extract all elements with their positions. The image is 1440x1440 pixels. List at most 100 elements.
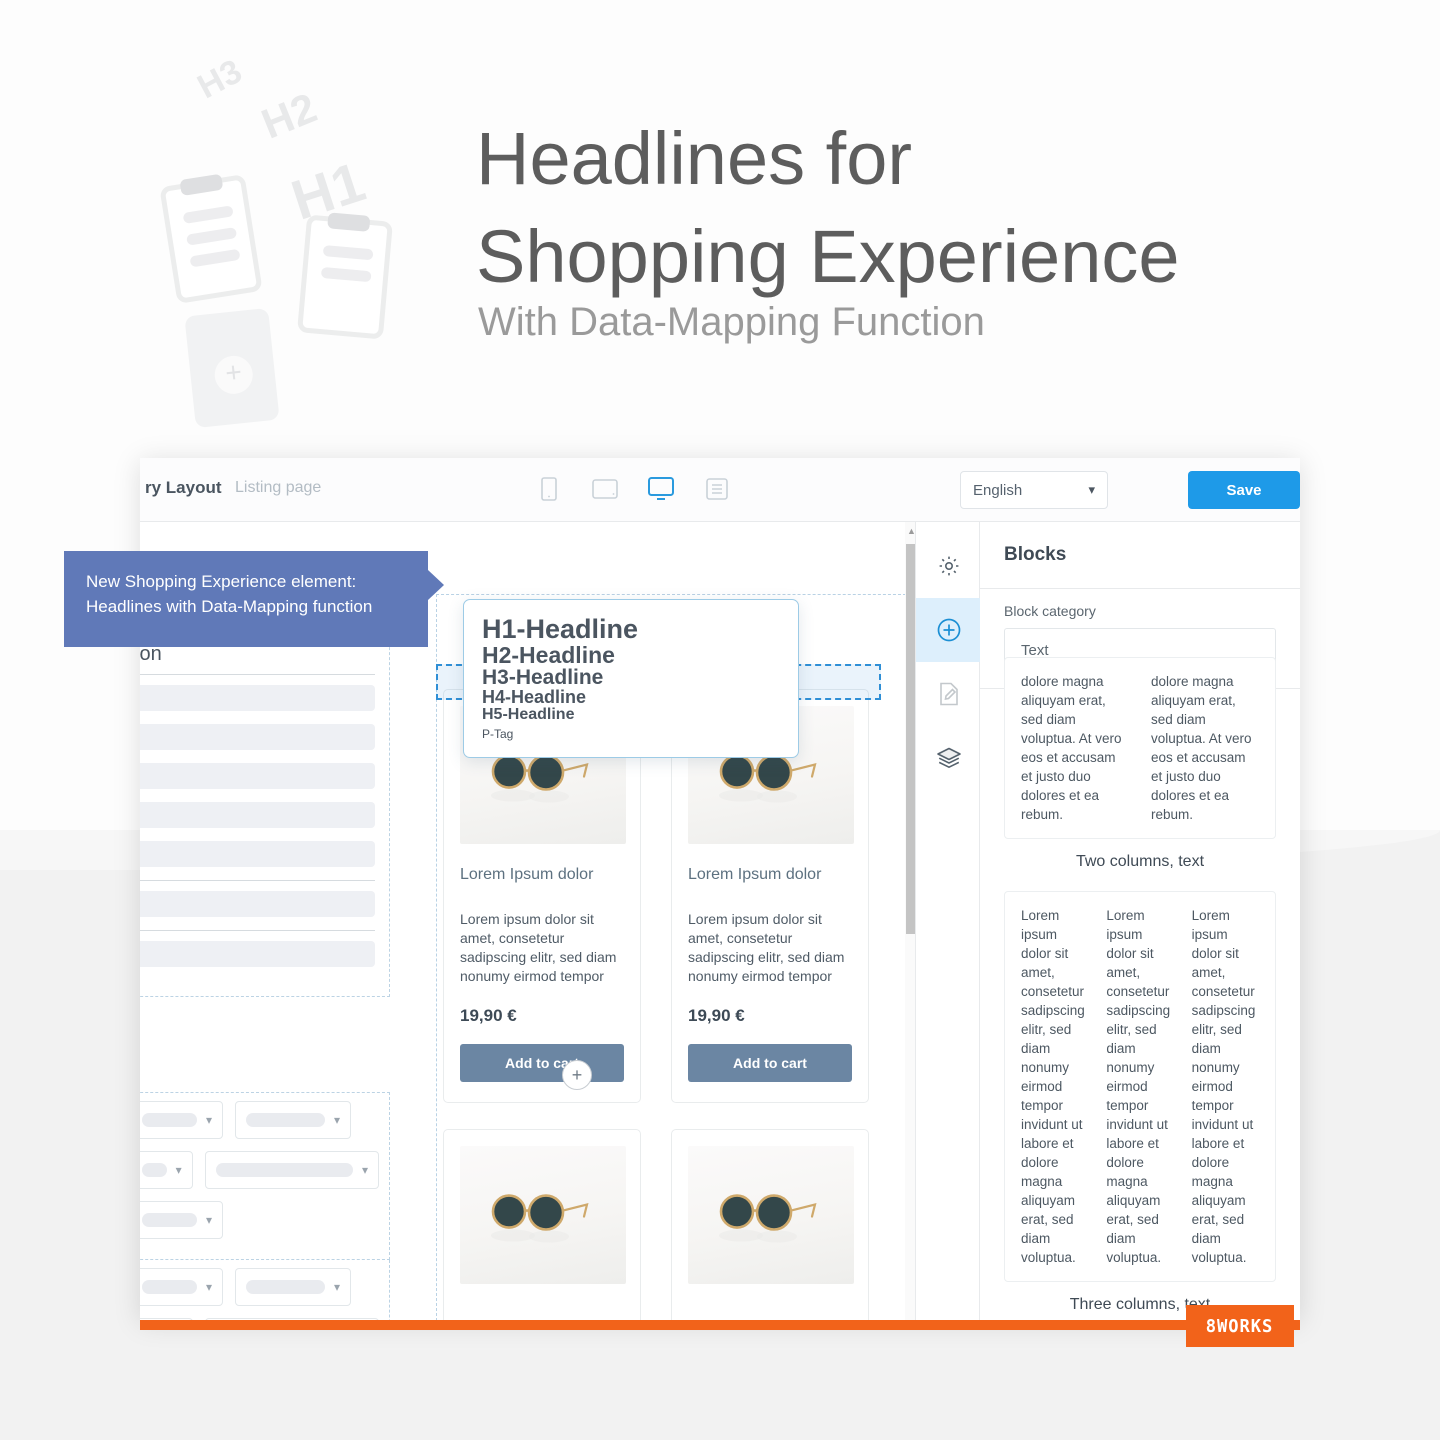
- dropdown-placeholder[interactable]: ▾: [140, 1201, 223, 1239]
- device-preview-switcher: [532, 472, 734, 506]
- blocks-panel-title: Blocks: [980, 522, 1300, 589]
- block-preview-columns: Lorem ipsum dolor sit amet, consetetur s…: [1021, 906, 1259, 1267]
- block-preview-column: dolore magna aliquyam erat, sed diam vol…: [1151, 674, 1252, 822]
- product-description: Lorem ipsum dolor sit amet, consetetur s…: [688, 911, 845, 984]
- dropdown-placeholder[interactable]: ▾: [140, 1151, 193, 1189]
- product-description: Lorem ipsum dolor sit amet, consetetur s…: [460, 911, 617, 984]
- add-block-icon[interactable]: +: [562, 1060, 592, 1090]
- dropdown-placeholder[interactable]: ▾: [140, 1101, 223, 1139]
- headline-option-h5[interactable]: H5-Headline: [482, 706, 778, 723]
- save-button[interactable]: Save: [1188, 471, 1300, 509]
- document-line: [189, 248, 241, 268]
- headline-option-h1[interactable]: H1-Headline: [482, 615, 778, 644]
- divider: [140, 930, 375, 931]
- product-price: 19,90 €: [460, 1006, 517, 1025]
- block-name: Two columns, text: [1075, 853, 1205, 870]
- panel-icon-rail: [915, 522, 981, 1320]
- brand-logo: 8WORKS: [1186, 1305, 1294, 1347]
- headline-option-p-tag[interactable]: P-Tag: [482, 727, 778, 741]
- dropdown-placeholder[interactable]: ▾: [235, 1101, 351, 1139]
- block-preview-columns: dolore magna aliquyam erat, sed diam vol…: [1021, 672, 1259, 824]
- clipboard-clip-icon: [327, 212, 371, 232]
- h3-label-decoration: H3: [191, 51, 249, 107]
- product-title: Lorem Ipsum dolor: [460, 866, 594, 883]
- filter-panel: ion: [140, 632, 390, 997]
- tab-category-layout[interactable]: ry Layout: [145, 478, 222, 498]
- tab-listing-page[interactable]: Listing page: [235, 479, 321, 497]
- annotation-callout: New Shopping Experience element: Headlin…: [64, 551, 428, 647]
- canvas-scrollbar[interactable]: ▲: [905, 522, 915, 1320]
- chevron-down-icon: ▾: [361, 1163, 368, 1177]
- chevron-down-icon: ▾: [205, 1280, 212, 1294]
- block-preview-column: dolore magna aliquyam erat, sed diam vol…: [1021, 674, 1122, 822]
- edit-document-icon[interactable]: [916, 662, 981, 726]
- document-line: [322, 245, 374, 261]
- add-document-icon: +: [184, 307, 280, 429]
- dropdown-placeholder[interactable]: ▾: [140, 1268, 223, 1306]
- mobile-icon[interactable]: [532, 472, 566, 506]
- select-groups: ▾ ▾ ▾ ▾ ▾ ▾ ▾: [140, 1092, 390, 1320]
- page-title-line-1: Headlines for: [476, 117, 913, 200]
- select-row: ▾ ▾: [140, 1101, 379, 1139]
- accent-bar: [140, 1320, 1300, 1330]
- page-title: Headlines for Shopping Experience: [476, 110, 1276, 306]
- document-line: [186, 227, 238, 246]
- product-card[interactable]: [443, 1129, 641, 1320]
- tablet-icon[interactable]: [588, 472, 622, 506]
- placeholder-bar: [140, 685, 375, 711]
- select-row: ▾: [140, 1201, 379, 1239]
- headline-option-h2[interactable]: H2-Headline: [482, 643, 778, 667]
- chevron-down-icon: ▾: [205, 1113, 212, 1127]
- select-block: ▾ ▾ ▾ ▾ ▾: [140, 1092, 390, 1260]
- decorative-headline-icons: H3 H2 H1 +: [150, 50, 470, 430]
- placeholder-bar: [140, 841, 375, 867]
- desktop-icon[interactable]: [644, 472, 678, 506]
- divider: [140, 674, 375, 675]
- divider: [140, 880, 375, 881]
- headline-option-h3[interactable]: H3-Headline: [482, 667, 778, 689]
- add-to-cart-button[interactable]: Add to cart: [460, 1044, 624, 1082]
- product-card[interactable]: [671, 1129, 869, 1320]
- block-category-value: Text: [1021, 641, 1049, 659]
- brand-logo-text: 8WORKS: [1206, 1315, 1274, 1337]
- add-to-cart-button[interactable]: Add to cart: [688, 1044, 852, 1082]
- product-price: 19,90 €: [688, 1006, 745, 1025]
- chevron-down-icon: ▾: [1088, 482, 1095, 497]
- scrollbar-thumb[interactable]: [906, 544, 915, 934]
- select-block: ▾ ▾ ▾ ▾: [140, 1260, 390, 1320]
- placeholder-bar: [140, 891, 375, 917]
- product-image: [688, 1146, 854, 1284]
- plus-circle-icon[interactable]: [916, 598, 981, 662]
- headline-option-h4[interactable]: H4-Headline: [482, 688, 778, 707]
- placeholder-bar: [140, 802, 375, 828]
- layers-icon[interactable]: [916, 726, 981, 790]
- product-row: [443, 1129, 899, 1320]
- block-preview: Lorem ipsum dolor sit amet, consetetur s…: [1004, 891, 1276, 1282]
- list-icon[interactable]: [700, 472, 734, 506]
- clipboard-clip-icon: [179, 173, 224, 197]
- plus-icon: +: [212, 353, 255, 396]
- document-line: [320, 266, 372, 283]
- block-preview-column: Lorem ipsum dolor sit amet, consetetur s…: [1106, 908, 1171, 1265]
- language-select[interactable]: English ▾: [960, 471, 1108, 509]
- block-list-item[interactable]: Lorem ipsum dolor sit amet, consetetur s…: [1004, 891, 1276, 1320]
- h2-label-decoration: H2: [255, 83, 324, 148]
- chevron-down-icon: ▾: [205, 1213, 212, 1227]
- page-title-line-2: Shopping Experience: [476, 215, 1180, 298]
- block-list-item[interactable]: dolore magna aliquyam erat, sed diam vol…: [1004, 657, 1276, 891]
- block-list: dolore magna aliquyam erat, sed diam vol…: [980, 657, 1300, 1320]
- placeholder-bar: [140, 941, 375, 967]
- page-subtitle: With Data-Mapping Function: [478, 300, 985, 344]
- headline-styles-popup[interactable]: H1-Headline H2-Headline H3-Headline H4-H…: [463, 599, 799, 759]
- app-header: ry Layout Listing page English ▾ Save: [140, 458, 1300, 522]
- poster-page: H3 H2 H1 + Headlines for Shopping Experi…: [0, 0, 1440, 1440]
- dropdown-placeholder[interactable]: ▾: [235, 1268, 351, 1306]
- dropdown-placeholder[interactable]: ▾: [204, 1151, 379, 1189]
- select-row: ▾ ▾: [140, 1151, 379, 1189]
- scroll-up-icon[interactable]: ▲: [907, 526, 915, 536]
- block-preview-column: Lorem ipsum dolor sit amet, consetetur s…: [1191, 908, 1256, 1265]
- block-category-label: Block category: [1004, 603, 1096, 619]
- gear-icon[interactable]: [916, 534, 981, 598]
- document-icon: [297, 212, 393, 340]
- select-row: ▾ ▾: [140, 1268, 379, 1306]
